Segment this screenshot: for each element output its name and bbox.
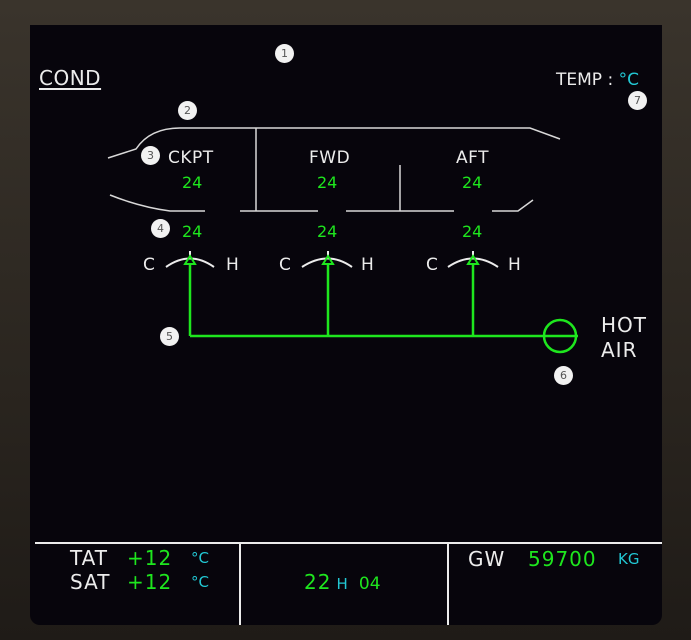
callout-7: 7 xyxy=(628,91,647,110)
utc-hours: 22 xyxy=(304,570,332,594)
gw-label: GW xyxy=(468,547,506,571)
gw-value: 59700 xyxy=(528,547,597,571)
trim-valve-gauge-aft xyxy=(447,251,499,336)
temp-unit-indicator: TEMP : °C xyxy=(556,70,639,90)
gw-unit: KG xyxy=(618,550,640,568)
trim-valve-gauge-ckpt xyxy=(165,251,215,336)
callout-1: 1 xyxy=(275,44,294,63)
sat-label: SAT xyxy=(70,570,111,594)
hot-air-label-line1: HOT xyxy=(601,313,647,337)
zone-temp-fwd: 24 xyxy=(317,173,338,192)
hot-label-aft: H xyxy=(508,255,522,275)
utc-time: 22 H 04 xyxy=(304,570,381,594)
cond-schematic xyxy=(35,127,662,625)
cold-label-aft: C xyxy=(426,255,439,275)
temp-label: TEMP : xyxy=(556,70,614,90)
utc-minutes: 04 xyxy=(358,574,381,594)
sat-value: +12 xyxy=(127,570,173,594)
tat-label: TAT xyxy=(70,546,109,570)
callout-3: 3 xyxy=(141,146,160,165)
cold-label-ckpt: C xyxy=(143,255,156,275)
ecam-screen: COND TEMP : °C CKPT 24 FWD 24 AFT 24 24 … xyxy=(30,25,662,625)
duct-temp-aft: 24 xyxy=(462,222,483,241)
temp-unit: °C xyxy=(618,70,639,90)
trim-valve-gauge-fwd xyxy=(301,251,353,336)
tat-value: +12 xyxy=(127,546,173,570)
page-title: COND xyxy=(39,66,102,90)
fuselage-nose-lower xyxy=(109,194,205,212)
zone-temp-ckpt: 24 xyxy=(182,173,203,192)
duct-temp-fwd: 24 xyxy=(317,222,338,241)
sat-unit: °C xyxy=(191,573,209,591)
hot-air-label: HOT AIR xyxy=(601,313,647,363)
hot-air-label-line2: AIR xyxy=(601,338,638,362)
zone-label-ckpt: CKPT xyxy=(168,148,214,168)
callout-5: 5 xyxy=(160,327,179,346)
hot-label-fwd: H xyxy=(361,255,375,275)
zone-label-aft: AFT xyxy=(456,148,489,168)
hot-label-ckpt: H xyxy=(226,255,240,275)
cold-label-fwd: C xyxy=(279,255,292,275)
zone-label-fwd: FWD xyxy=(309,148,351,168)
fuselage-tail-lower xyxy=(492,199,534,212)
callout-6: 6 xyxy=(554,366,573,385)
callout-4: 4 xyxy=(151,219,170,238)
duct-temp-ckpt: 24 xyxy=(182,222,203,241)
tat-unit: °C xyxy=(191,549,209,567)
callout-2: 2 xyxy=(178,101,197,120)
zone-temp-aft: 24 xyxy=(462,173,483,192)
utc-separator: H xyxy=(336,575,348,593)
